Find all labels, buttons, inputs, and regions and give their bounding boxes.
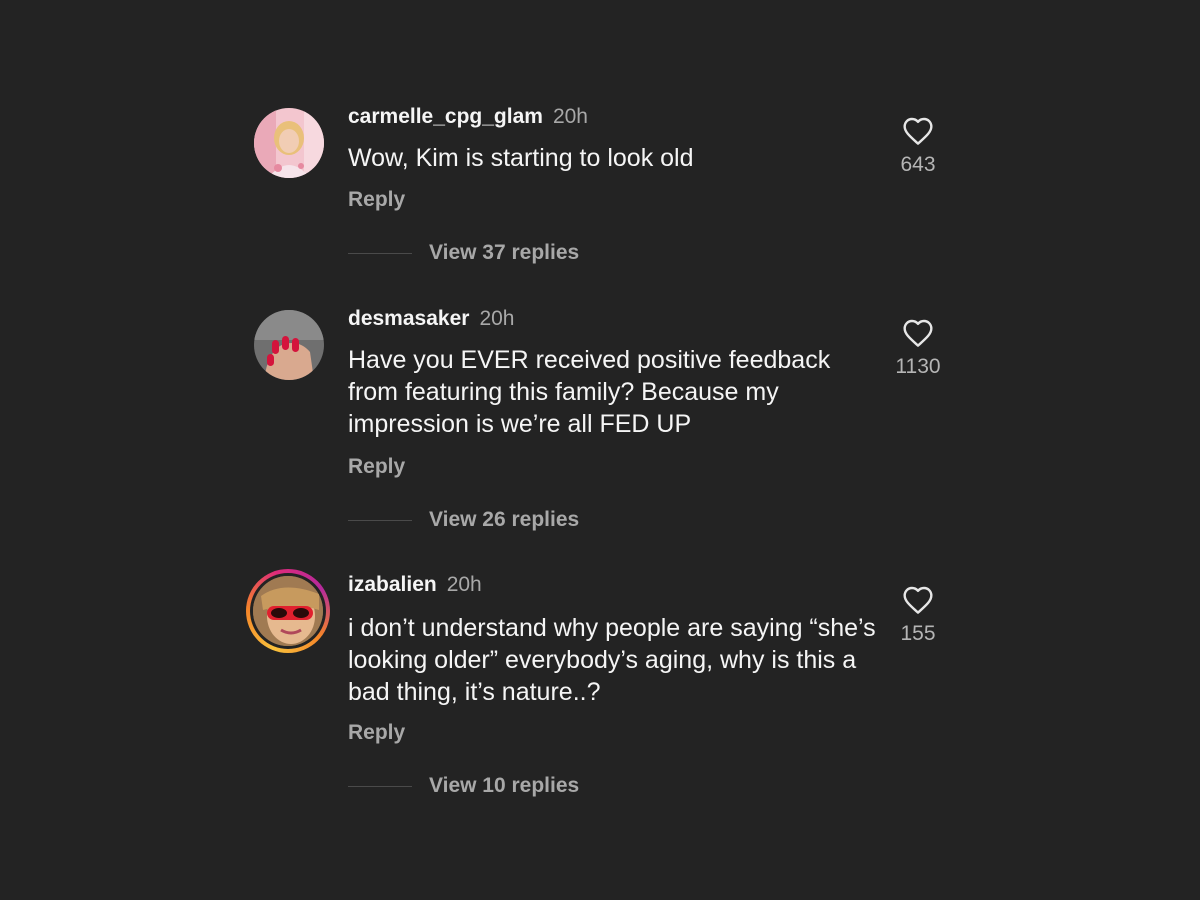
avatar bbox=[253, 576, 323, 646]
avatar-with-story-ring[interactable] bbox=[246, 569, 330, 653]
profile-photo-icon bbox=[253, 576, 323, 646]
heart-outline-icon[interactable] bbox=[902, 318, 934, 348]
story-ring-gap bbox=[250, 573, 326, 649]
profile-photo-icon bbox=[254, 108, 324, 178]
reply-button[interactable]: Reply bbox=[348, 720, 405, 746]
reply-button[interactable]: Reply bbox=[348, 187, 405, 213]
view-replies-label: View 10 replies bbox=[429, 774, 580, 797]
heart-outline-icon[interactable] bbox=[902, 116, 934, 146]
username[interactable]: carmelle_cpg_glam bbox=[348, 105, 543, 128]
like-control: 1130 bbox=[878, 318, 958, 380]
username[interactable]: desmasaker bbox=[348, 307, 469, 330]
avatar[interactable] bbox=[254, 108, 324, 178]
view-replies-button[interactable]: View 10 replies bbox=[348, 773, 579, 799]
like-control: 643 bbox=[878, 116, 958, 178]
comment-text: i don’t understand why people are saying… bbox=[348, 614, 876, 706]
view-replies-button[interactable]: View 26 replies bbox=[348, 507, 579, 533]
username[interactable]: izabalien bbox=[348, 573, 437, 596]
replies-divider bbox=[348, 519, 412, 521]
avatar[interactable] bbox=[254, 310, 324, 380]
reply-button[interactable]: Reply bbox=[348, 454, 405, 480]
like-count: 155 bbox=[900, 622, 936, 645]
timestamp: 20h bbox=[446, 573, 482, 596]
replies-divider bbox=[348, 785, 412, 787]
like-count: 643 bbox=[900, 153, 936, 176]
like-count: 1130 bbox=[895, 355, 941, 378]
comment-header: carmelle_cpg_glam 20h bbox=[348, 104, 588, 130]
view-replies-label: View 37 replies bbox=[429, 241, 580, 264]
replies-divider bbox=[348, 252, 412, 254]
comment-header: izabalien 20h bbox=[348, 572, 482, 598]
comment-header: desmasaker 20h bbox=[348, 306, 514, 332]
heart-outline-icon[interactable] bbox=[902, 585, 934, 615]
like-control: 155 bbox=[878, 585, 958, 647]
view-replies-label: View 26 replies bbox=[429, 508, 580, 531]
comment-text: Wow, Kim is starting to look old bbox=[348, 144, 694, 172]
view-replies-button[interactable]: View 37 replies bbox=[348, 240, 579, 266]
comment-text: Have you EVER received positive feedback… bbox=[348, 346, 831, 438]
timestamp: 20h bbox=[479, 307, 515, 330]
timestamp: 20h bbox=[552, 105, 588, 128]
profile-photo-icon bbox=[254, 310, 324, 380]
comments-screen: carmelle_cpg_glam 20h Wow, Kim is startin… bbox=[0, 0, 1200, 900]
